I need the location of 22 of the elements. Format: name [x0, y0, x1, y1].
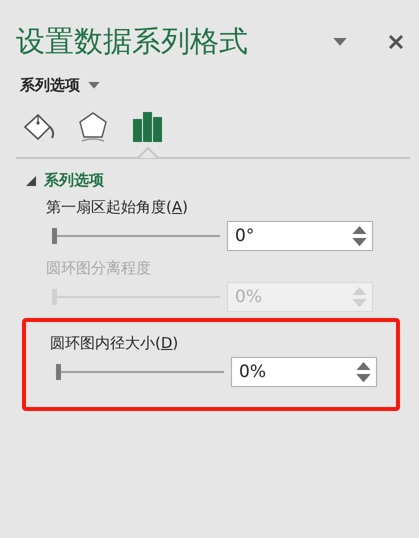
decrement-arrow[interactable] [356, 374, 371, 382]
pane-title: 设置数据系列格式 [16, 23, 249, 60]
options-dropdown[interactable]: 系列选项 [20, 76, 100, 95]
increment-arrow[interactable] [352, 226, 367, 234]
bar-chart-icon [131, 110, 163, 142]
decrement-arrow[interactable] [352, 238, 367, 246]
slider-thumb[interactable] [52, 228, 57, 244]
close-button[interactable] [387, 33, 405, 51]
expand-triangle-icon [26, 176, 36, 186]
setting-label: 圆环图分离程度 [46, 259, 152, 278]
caret-icon [333, 38, 347, 46]
caret-icon [88, 82, 100, 89]
setting-label: 第一扇区起始角度(A) [46, 198, 189, 217]
slider-thumb[interactable] [56, 364, 61, 380]
setting-label: 圆环图内径大小(D) [50, 334, 180, 353]
spin-field[interactable]: 0% [231, 357, 377, 387]
section-header[interactable]: 系列选项 [26, 171, 104, 190]
pane-options-button[interactable] [333, 38, 347, 46]
icon-tab[interactable] [130, 109, 164, 143]
spin-field[interactable]: 0° [227, 221, 373, 251]
pentagon-icon [77, 110, 109, 142]
increment-arrow[interactable] [356, 362, 371, 370]
